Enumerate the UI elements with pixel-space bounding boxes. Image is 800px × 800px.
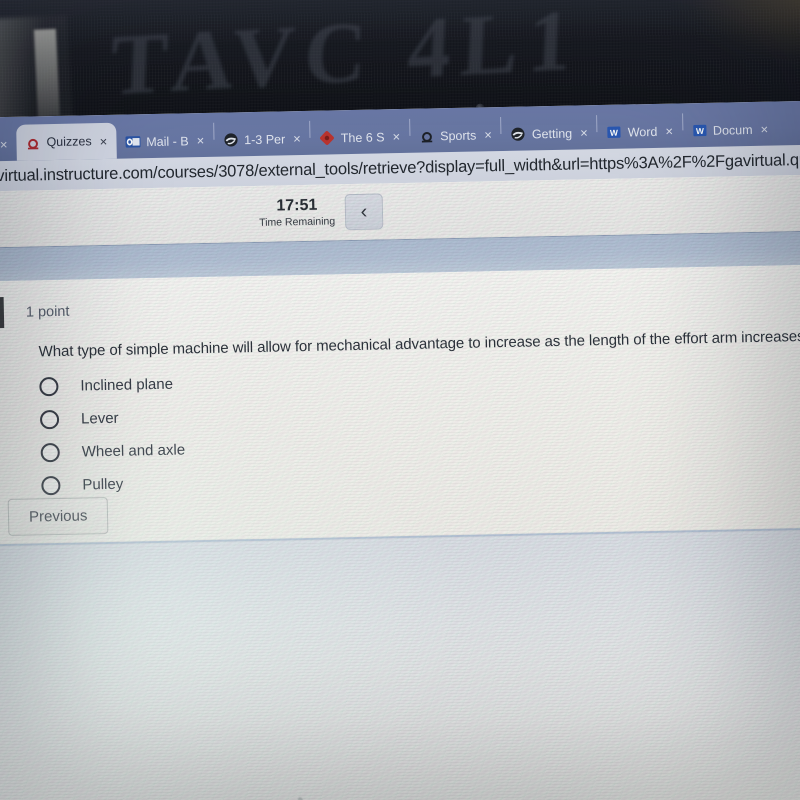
browser-tab[interactable]: The 6 S × bbox=[310, 120, 409, 155]
question-card: 10 1 point What type of simple machine w… bbox=[0, 263, 800, 547]
radio-button-icon[interactable] bbox=[40, 442, 60, 463]
browser-tab[interactable]: Sports × bbox=[410, 118, 501, 153]
tab-label: 1-3 Per bbox=[244, 131, 286, 147]
tab-label: The 6 S bbox=[340, 129, 385, 145]
chevron-left-icon: ‹ bbox=[360, 200, 368, 223]
tab-label: Mail - B bbox=[146, 133, 189, 149]
collapse-timer-button[interactable]: ‹ bbox=[344, 193, 384, 231]
svg-text:W: W bbox=[610, 128, 618, 138]
radio-button-icon[interactable] bbox=[39, 376, 59, 397]
close-icon[interactable]: × bbox=[196, 133, 204, 148]
globe-dark-icon bbox=[511, 127, 525, 141]
page-background-lower bbox=[0, 528, 800, 800]
question-number-badge: 10 bbox=[0, 297, 5, 330]
close-icon[interactable]: × bbox=[392, 129, 400, 144]
browser-tab[interactable]: Mail - B × bbox=[116, 124, 214, 159]
page-viewport: 17:51 Time Remaining ‹ 10 1 point What t… bbox=[0, 173, 800, 800]
close-icon[interactable]: × bbox=[99, 133, 107, 148]
browser-tab[interactable]: W Word × bbox=[597, 114, 682, 149]
previous-button[interactable]: Previous bbox=[7, 496, 109, 536]
browser-tab[interactable]: de C × bbox=[0, 128, 17, 162]
answer-option-label: Lever bbox=[80, 409, 119, 428]
outlook-icon bbox=[125, 136, 141, 148]
close-icon[interactable]: × bbox=[0, 137, 8, 152]
radio-button-icon[interactable] bbox=[41, 475, 61, 496]
laptop-screen: de C × Quizzes × Mail - B × bbox=[0, 99, 800, 800]
canvas-icon bbox=[27, 138, 39, 149]
close-icon[interactable]: × bbox=[293, 131, 301, 146]
tab-label: Quizzes bbox=[46, 134, 92, 150]
browser-tab[interactable]: 1-3 Per × bbox=[214, 122, 310, 157]
tab-label: Word bbox=[627, 124, 658, 139]
canvas-icon bbox=[421, 132, 432, 143]
svg-text:W: W bbox=[695, 126, 703, 136]
close-icon[interactable]: × bbox=[665, 124, 673, 139]
answer-options-list: Inclined plane Lever Wheel and axle Pull… bbox=[39, 354, 800, 503]
close-icon[interactable]: × bbox=[580, 125, 588, 140]
time-remaining-value: 17:51 bbox=[276, 196, 318, 215]
photo-of-laptop-screen: TAVC 4L1 de C × Quizzes × bbox=[0, 0, 800, 800]
answer-option-label: Inclined plane bbox=[80, 375, 174, 395]
browser-tab-active-quizzes[interactable]: Quizzes × bbox=[16, 122, 117, 161]
close-icon[interactable]: × bbox=[484, 127, 492, 142]
red-diamond-icon bbox=[320, 131, 335, 145]
tab-label: Docum bbox=[712, 122, 753, 138]
answer-option-label: Pulley bbox=[82, 475, 124, 494]
word-icon: W bbox=[607, 126, 621, 138]
light-reflection-strip bbox=[33, 28, 60, 118]
question-points-label: 1 point bbox=[25, 303, 70, 321]
radio-button-icon[interactable] bbox=[39, 409, 60, 430]
answer-option-label: Wheel and axle bbox=[81, 441, 186, 461]
browser-tab[interactable]: W Docum × bbox=[683, 112, 778, 147]
tab-label: Sports bbox=[440, 128, 477, 143]
globe-dark-icon bbox=[224, 133, 238, 147]
time-remaining-label: Time Remaining bbox=[259, 215, 336, 229]
word-icon: W bbox=[692, 124, 707, 137]
browser-tab[interactable]: Getting × bbox=[502, 116, 598, 151]
question-text: What type of simple machine will allow f… bbox=[38, 327, 800, 361]
time-remaining-block: 17:51 Time Remaining bbox=[259, 196, 336, 229]
tab-label: Getting bbox=[531, 126, 573, 141]
close-icon[interactable]: × bbox=[760, 122, 768, 137]
